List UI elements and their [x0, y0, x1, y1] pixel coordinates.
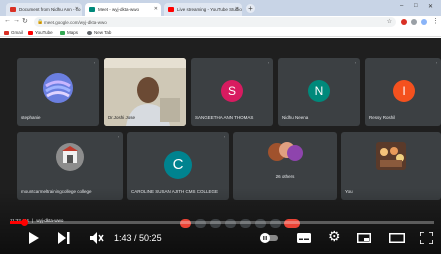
minimize-button[interactable]: – — [400, 3, 403, 9]
autoplay-toggle-icon[interactable] — [260, 233, 278, 243]
tab-youtube-studio[interactable]: Live streaming - YouTube Studio ✕ — [164, 3, 242, 16]
video-player[interactable]: 𝄒 stephanie Dr.Joshi Jose S 𝄒 SANGEETHA … — [0, 38, 441, 254]
participant-name: Ressy Roshil — [369, 115, 396, 120]
current-time: 1:43 — [114, 233, 132, 243]
time-display: 1:43 / 50:25 — [114, 233, 162, 243]
participant-avatar: I — [393, 80, 415, 102]
progress-bar[interactable] — [10, 219, 434, 226]
subtitles-icon[interactable] — [297, 233, 311, 243]
lock-icon: 🔒 — [37, 19, 44, 25]
close-window-button[interactable]: ✕ — [428, 3, 433, 10]
bookmark-maps[interactable]: Maps — [60, 30, 78, 35]
others-avatars-image — [268, 142, 303, 161]
new-tab-icon — [87, 30, 92, 35]
participant-avatar: N — [308, 80, 330, 102]
participant-name: Nidhu Neena — [282, 115, 309, 120]
mic-off-icon: 𝄒 — [355, 62, 356, 67]
participant-avatar: S — [221, 80, 243, 102]
bookmarks-bar: Gmail YouTube Maps New Tab — [0, 28, 441, 37]
volume-muted-icon[interactable] — [90, 232, 104, 244]
college-logo-image — [56, 143, 84, 171]
address-bar[interactable]: 🔒 meet.google.com/wyj-dkta-wwo ☆ — [34, 17, 396, 27]
bookmark-label: Gmail — [11, 30, 23, 35]
mic-off-icon: 𝄒 — [94, 62, 95, 67]
profile-avatar[interactable] — [421, 19, 427, 25]
miniplayer-icon[interactable] — [357, 233, 371, 243]
tab-document[interactable]: Document from Nidhu Ann - co ✕ — [6, 3, 82, 16]
settings-gear-icon[interactable]: ⚙ — [328, 228, 341, 245]
menu-dots-icon[interactable]: ⋮ — [432, 17, 439, 25]
participant-image — [43, 73, 73, 103]
bookmark-gmail[interactable]: Gmail — [4, 30, 23, 35]
extension-icon[interactable] — [411, 19, 417, 25]
duration: 50:25 — [139, 233, 162, 243]
theater-mode-icon[interactable] — [389, 233, 405, 243]
browser-toolbar: ← → ↻ 🔒 meet.google.com/wyj-dkta-wwo ☆ ⋮ — [0, 16, 441, 28]
mic-off-icon: 𝄒 — [436, 62, 437, 67]
participant-name: stephanie — [21, 115, 41, 120]
document-favicon-icon — [10, 7, 16, 12]
mic-off-icon: 𝄒 — [224, 136, 225, 141]
reload-icon[interactable]: ↻ — [22, 17, 28, 25]
play-icon[interactable] — [28, 232, 39, 244]
maps-icon — [60, 30, 65, 35]
bookmark-label: YouTube — [35, 30, 53, 35]
star-icon[interactable]: ☆ — [387, 18, 392, 25]
participant-name: SANGEETHA ANN THOMAS — [195, 115, 254, 120]
participant-tile: I 𝄒 Ressy Roshil — [365, 58, 441, 126]
participant-tile: N 𝄒 Nidhu Neena — [278, 58, 360, 126]
youtube-favicon-icon — [168, 7, 174, 12]
bookmark-new-tab[interactable]: New Tab — [87, 30, 111, 35]
bookmark-label: Maps — [67, 30, 79, 35]
time-separator: / — [131, 233, 140, 243]
progress-scrubber[interactable] — [20, 219, 28, 226]
tab-label: Live streaming - YouTube Studio — [177, 7, 242, 12]
participant-avatar: C — [164, 151, 192, 179]
fullscreen-icon[interactable] — [420, 232, 433, 244]
close-tab-icon[interactable]: ✕ — [235, 6, 239, 12]
mic-off-icon: 𝄒 — [268, 62, 269, 67]
tab-label: Document from Nidhu Ann - co — [19, 7, 81, 12]
close-tab-icon[interactable]: ✕ — [154, 6, 158, 12]
tab-label: Meet - wyj-dkta-wwo — [98, 7, 140, 12]
new-tab-button[interactable]: + — [246, 4, 255, 13]
participant-tile: 𝄒 stephanie — [17, 58, 99, 126]
participant-name: Dr.Joshi Jose — [108, 115, 136, 120]
url-text: meet.google.com/wyj-dkta-wwo — [44, 19, 107, 25]
forward-arrow-icon[interactable]: → — [13, 17, 20, 24]
self-image — [376, 142, 406, 170]
browser-tab-bar: Document from Nidhu Ann - co ✕ Meet - wy… — [0, 0, 441, 16]
gmail-icon — [4, 30, 9, 35]
next-icon[interactable] — [58, 232, 70, 244]
close-tab-icon[interactable]: ✕ — [75, 6, 79, 12]
participant-tile: S 𝄒 SANGEETHA ANN THOMAS — [191, 58, 273, 126]
back-arrow-icon[interactable]: ← — [4, 17, 11, 24]
youtube-icon — [28, 30, 33, 35]
bookmark-label: New Tab — [94, 30, 112, 35]
mic-off-icon: 𝄒 — [118, 136, 119, 141]
others-count: 26 others — [275, 174, 295, 179]
maximize-button[interactable]: □ — [414, 3, 418, 9]
tab-meet[interactable]: Meet - wyj-dkta-wwo ✕ — [85, 3, 161, 16]
participant-video-tile: Dr.Joshi Jose — [104, 58, 186, 126]
bookmark-youtube[interactable]: YouTube — [28, 30, 53, 35]
extension-icon[interactable] — [401, 19, 407, 25]
meet-favicon-icon — [89, 7, 95, 12]
